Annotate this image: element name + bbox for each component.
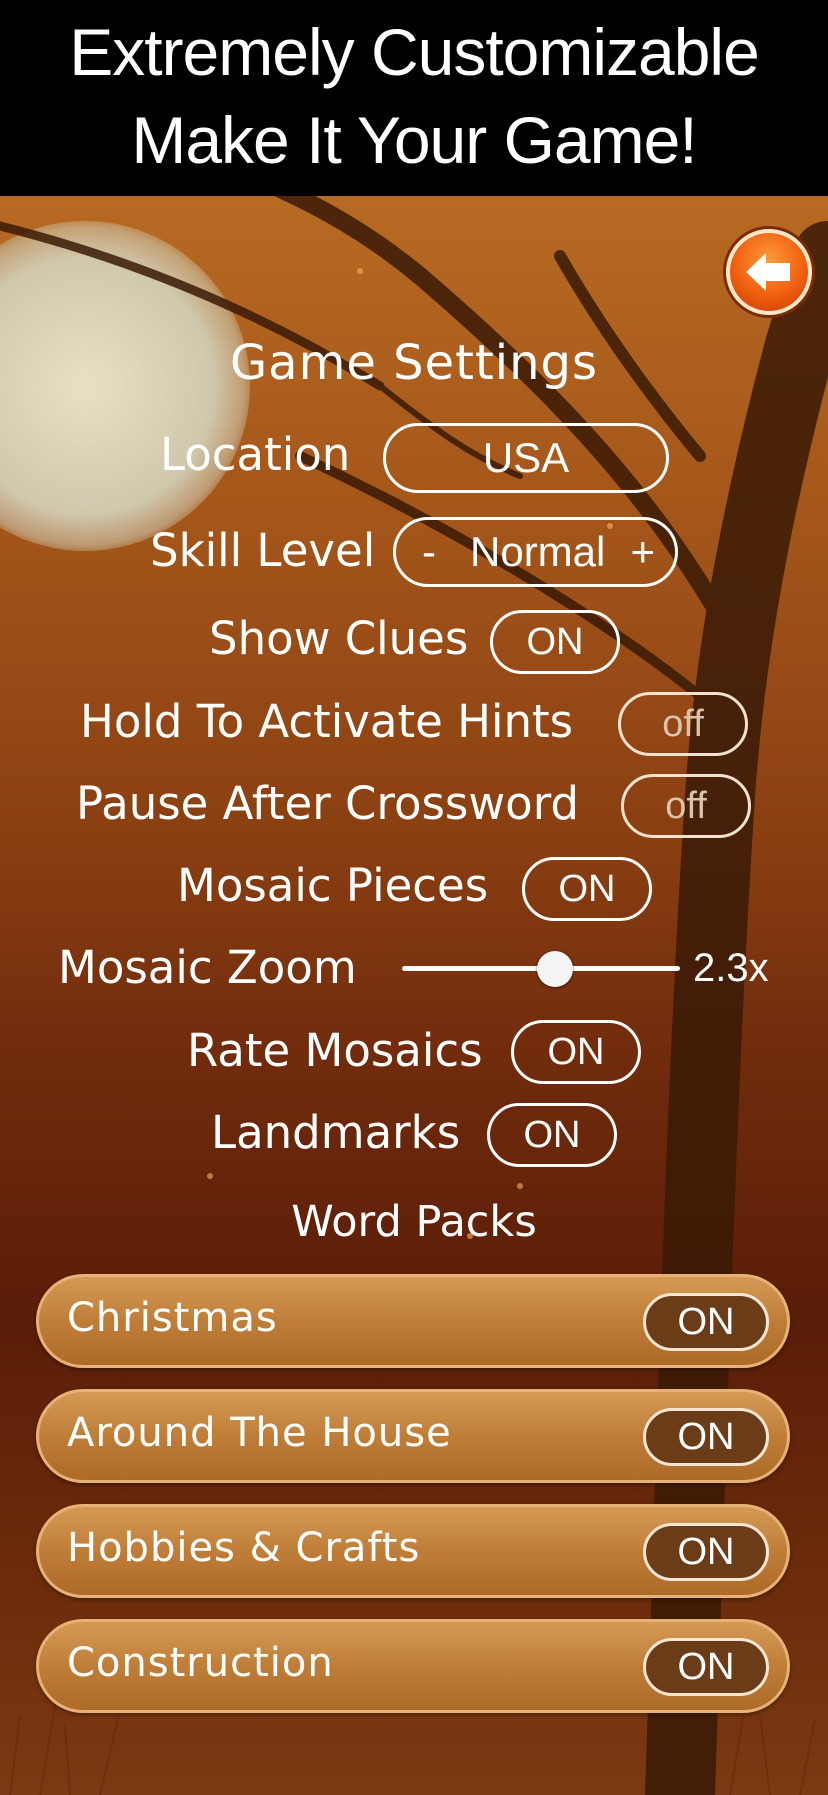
- location-select[interactable]: USA: [383, 423, 669, 493]
- word-pack-label: Around The House: [67, 1410, 452, 1456]
- pause-after-toggle[interactable]: off: [621, 774, 751, 838]
- word-pack-label: Christmas: [67, 1295, 278, 1341]
- word-pack-label: Construction: [67, 1640, 334, 1686]
- back-button[interactable]: [726, 229, 812, 315]
- mosaic-zoom-slider-thumb[interactable]: [536, 951, 573, 987]
- back-arrow-icon: [746, 253, 790, 291]
- word-pack-toggle[interactable]: ON: [643, 1293, 769, 1351]
- word-pack-row: Around The House ON: [36, 1389, 790, 1483]
- promo-banner: Extremely Customizable Make It Your Game…: [0, 0, 828, 196]
- show-clues-label: Show Clues: [209, 612, 469, 665]
- landmarks-value: ON: [523, 1114, 581, 1156]
- mosaic-pieces-toggle[interactable]: ON: [522, 857, 652, 921]
- word-pack-row: Christmas ON: [36, 1274, 790, 1368]
- show-clues-toggle[interactable]: ON: [490, 610, 620, 674]
- word-pack-toggle[interactable]: ON: [643, 1408, 769, 1466]
- mosaic-pieces-value: ON: [558, 868, 616, 910]
- hold-hints-value: off: [662, 703, 704, 745]
- banner-line-2: Make It Your Game!: [131, 103, 697, 177]
- pause-after-label: Pause After Crossword: [76, 777, 579, 830]
- location-value: USA: [482, 434, 570, 481]
- rate-mosaics-value: ON: [547, 1031, 605, 1073]
- rate-mosaics-label: Rate Mosaics: [187, 1024, 483, 1077]
- show-clues-value: ON: [526, 621, 584, 663]
- hold-hints-toggle[interactable]: off: [618, 692, 748, 756]
- banner-line-1: Extremely Customizable: [69, 15, 760, 89]
- hold-hints-label: Hold To Activate Hints: [80, 695, 574, 748]
- rate-mosaics-toggle[interactable]: ON: [511, 1020, 641, 1084]
- landmarks-label: Landmarks: [211, 1106, 461, 1159]
- mosaic-pieces-label: Mosaic Pieces: [177, 859, 489, 912]
- skill-increase-button[interactable]: +: [630, 520, 655, 584]
- word-pack-label: Hobbies & Crafts: [67, 1525, 421, 1571]
- landmarks-toggle[interactable]: ON: [487, 1103, 617, 1167]
- skill-level-label: Skill Level: [150, 524, 376, 577]
- pause-after-value: off: [665, 785, 707, 827]
- skill-level-value: Normal: [470, 528, 606, 575]
- mosaic-zoom-label: Mosaic Zoom: [58, 941, 357, 994]
- skill-level-stepper: - Normal +: [393, 517, 678, 587]
- word-pack-row: Hobbies & Crafts ON: [36, 1504, 790, 1598]
- location-label: Location: [160, 428, 351, 481]
- mosaic-zoom-value: 2.3x: [693, 946, 769, 990]
- word-pack-row: Construction ON: [36, 1619, 790, 1713]
- word-packs-title: Word Packs: [291, 1197, 537, 1247]
- word-pack-toggle[interactable]: ON: [643, 1638, 769, 1696]
- page-title: Game Settings: [229, 335, 599, 391]
- skill-decrease-button[interactable]: -: [422, 520, 436, 584]
- word-pack-toggle[interactable]: ON: [643, 1523, 769, 1581]
